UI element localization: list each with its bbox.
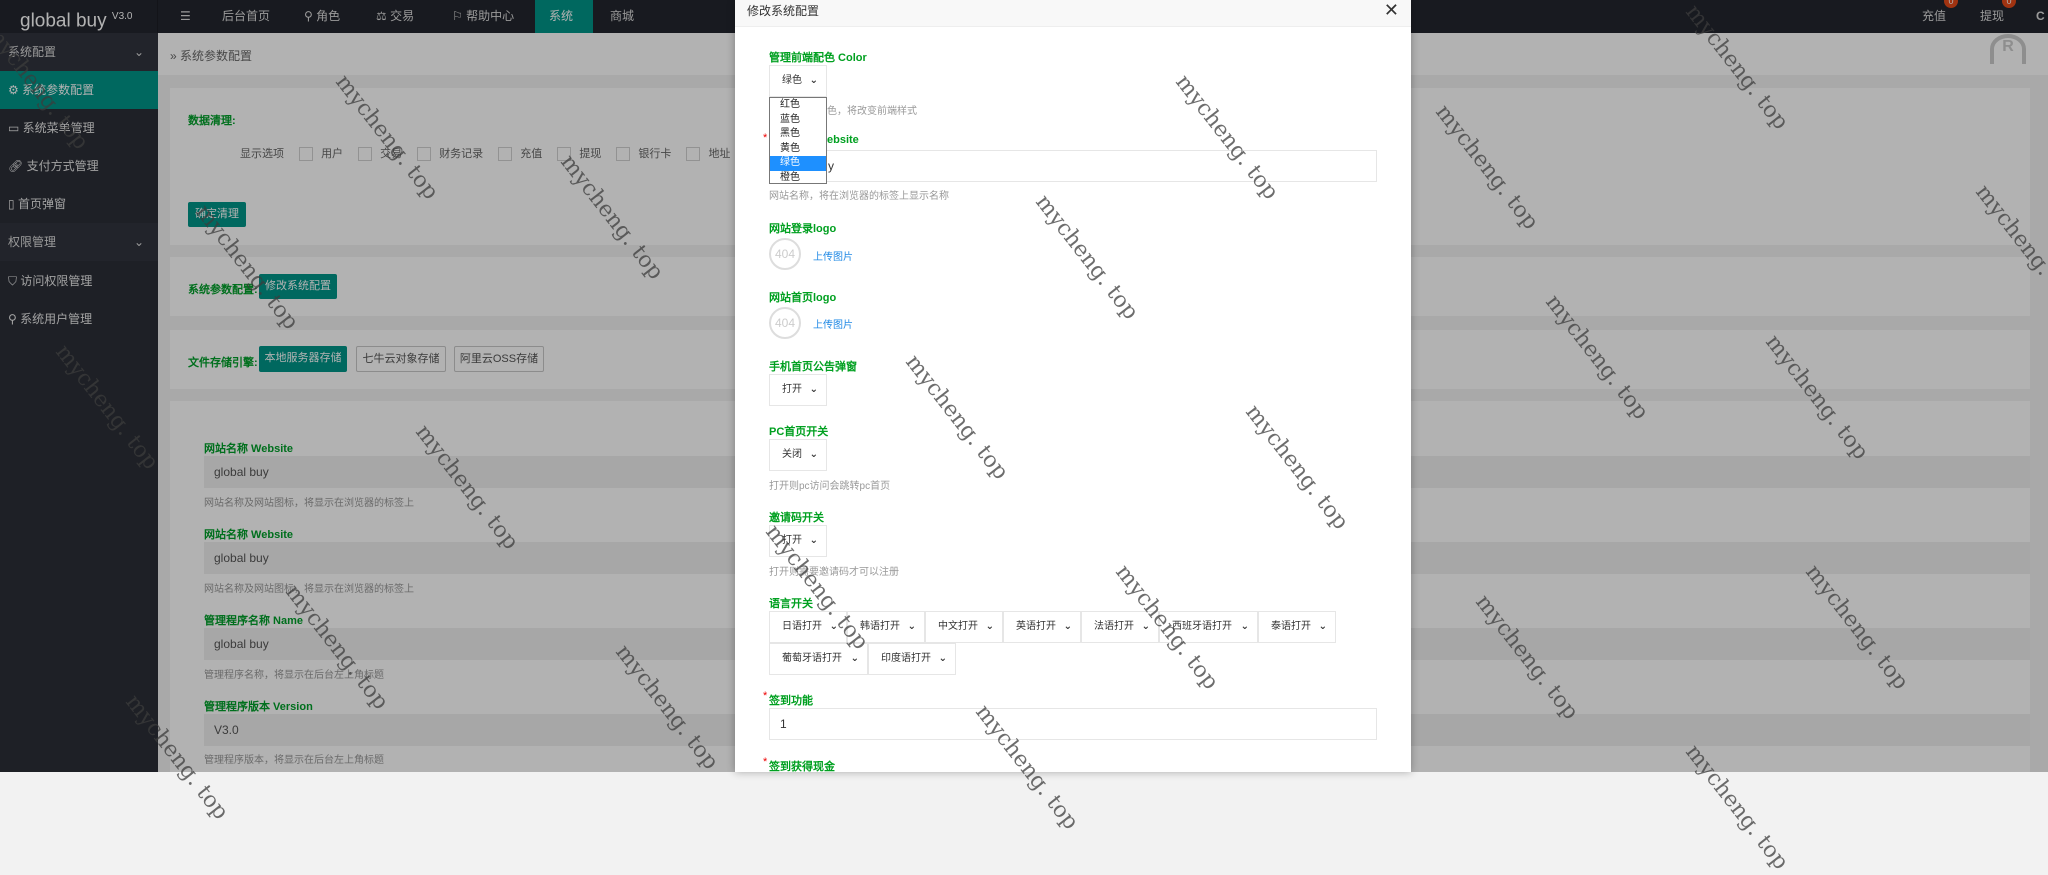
website-field[interactable]: y <box>769 150 1377 182</box>
chevron-down-icon: ⌄ <box>809 535 818 546</box>
upload-login-logo-link[interactable]: 上传图片 <box>813 248 853 263</box>
login-logo-preview: 404 <box>769 238 801 270</box>
color-select[interactable]: 绿色 ⌄ <box>769 65 827 97</box>
color-dropdown-list: 红色 蓝色 黑色 黄色 绿色 橙色 <box>769 97 827 184</box>
invite-select[interactable]: 打开 ⌄ <box>769 525 827 557</box>
lang-select-hindi[interactable]: 印度语打开 ⌄ <box>868 643 956 675</box>
color-option[interactable]: 红色 <box>770 98 826 113</box>
pc-home-select[interactable]: 关闭 ⌄ <box>769 439 827 471</box>
lang-select-spanish[interactable]: 西班牙语打开 ⌄ <box>1159 611 1258 643</box>
color-option[interactable]: 黄色 <box>770 142 826 157</box>
color-option[interactable]: 橙色 <box>770 171 826 186</box>
lang-select-english[interactable]: 英语打开 ⌄ <box>1003 611 1081 643</box>
signin-input[interactable]: 1 <box>769 708 1377 740</box>
home-logo-preview: 404 <box>769 307 801 339</box>
required-star: * <box>763 756 768 768</box>
lang-select-thai[interactable]: 泰语打开 ⌄ <box>1258 611 1336 643</box>
lang-select-portuguese[interactable]: 葡萄牙语打开 ⌄ <box>769 643 868 675</box>
mobile-popup-select[interactable]: 打开 ⌄ <box>769 374 827 406</box>
chevron-down-icon: ⌄ <box>809 449 818 460</box>
color-option[interactable]: 蓝色 <box>770 113 826 128</box>
required-star: * <box>763 132 768 144</box>
lang-select-chinese[interactable]: 中文打开 ⌄ <box>925 611 1003 643</box>
close-icon[interactable]: ✕ <box>1384 0 1399 20</box>
modal-header: 修改系统配置 <box>735 0 1411 27</box>
chevron-down-icon: ⌄ <box>809 384 818 395</box>
chevron-down-icon: ⌄ <box>809 75 818 86</box>
lang-select-french[interactable]: 法语打开 ⌄ <box>1081 611 1159 643</box>
modal-title: 修改系统配置 <box>747 4 820 18</box>
edit-config-modal: 修改系统配置 ✕ 管理前端配色 Color 绿色 ⌄ 色，将改变前端样式 * eb… <box>735 0 1411 773</box>
lang-select-korean[interactable]: 韩语打开 ⌄ <box>847 611 925 643</box>
required-star: * <box>763 690 768 702</box>
color-option[interactable]: 黑色 <box>770 127 826 142</box>
color-option-selected[interactable]: 绿色 <box>770 156 826 171</box>
upload-home-logo-link[interactable]: 上传图片 <box>813 316 853 331</box>
lang-select-japanese[interactable]: 日语打开 ⌄ <box>769 611 847 643</box>
